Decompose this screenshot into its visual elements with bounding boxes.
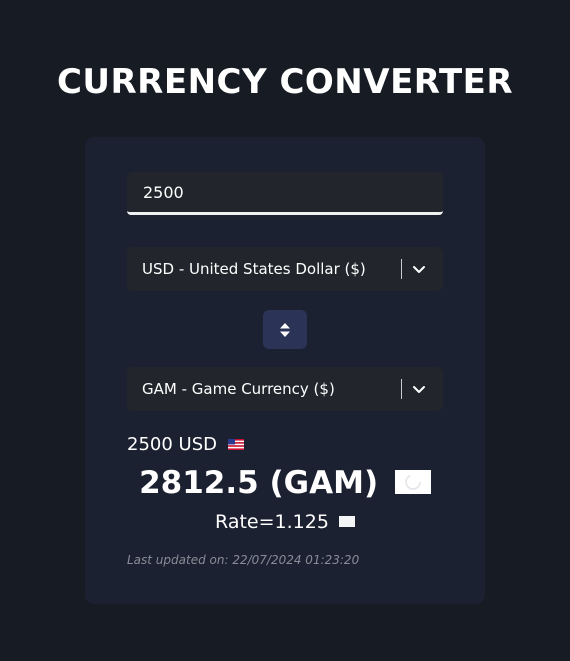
to-currency-label: GAM - Game Currency ($) [142,380,335,398]
swap-currencies-button[interactable] [263,310,307,349]
from-amount-text: 2500 USD [127,434,217,455]
currency-converter-page: CURRENCY CONVERTER USD - United States D… [0,0,570,661]
exchange-rate: Rate=1.125 [85,511,485,533]
converter-card: USD - United States Dollar ($) GAM - Gam… [85,137,485,604]
page-title: CURRENCY CONVERTER [56,62,514,102]
result-text: 2812.5 (GAM) [139,465,379,501]
select-divider [401,379,402,399]
conversion-result: 2812.5 (GAM) [85,465,485,501]
chevron-down-icon[interactable] [411,261,427,277]
amount-input[interactable] [127,172,443,212]
rate-text: Rate=1.125 [215,511,329,533]
swap-vertical-icon [280,323,290,337]
game-currency-flag-icon [394,469,431,494]
to-currency-select[interactable]: GAM - Game Currency ($) [127,367,443,411]
from-currency-label: USD - United States Dollar ($) [142,260,366,278]
us-flag-icon [227,438,244,450]
from-currency-select[interactable]: USD - United States Dollar ($) [127,247,443,291]
amount-field[interactable] [127,172,443,215]
last-updated-text: Last updated on: 22/07/2024 01:23:20 [127,553,360,567]
select-divider [401,259,402,279]
from-amount-display: 2500 USD [127,434,244,455]
flag-icon [338,516,355,527]
chevron-down-icon[interactable] [411,381,427,397]
